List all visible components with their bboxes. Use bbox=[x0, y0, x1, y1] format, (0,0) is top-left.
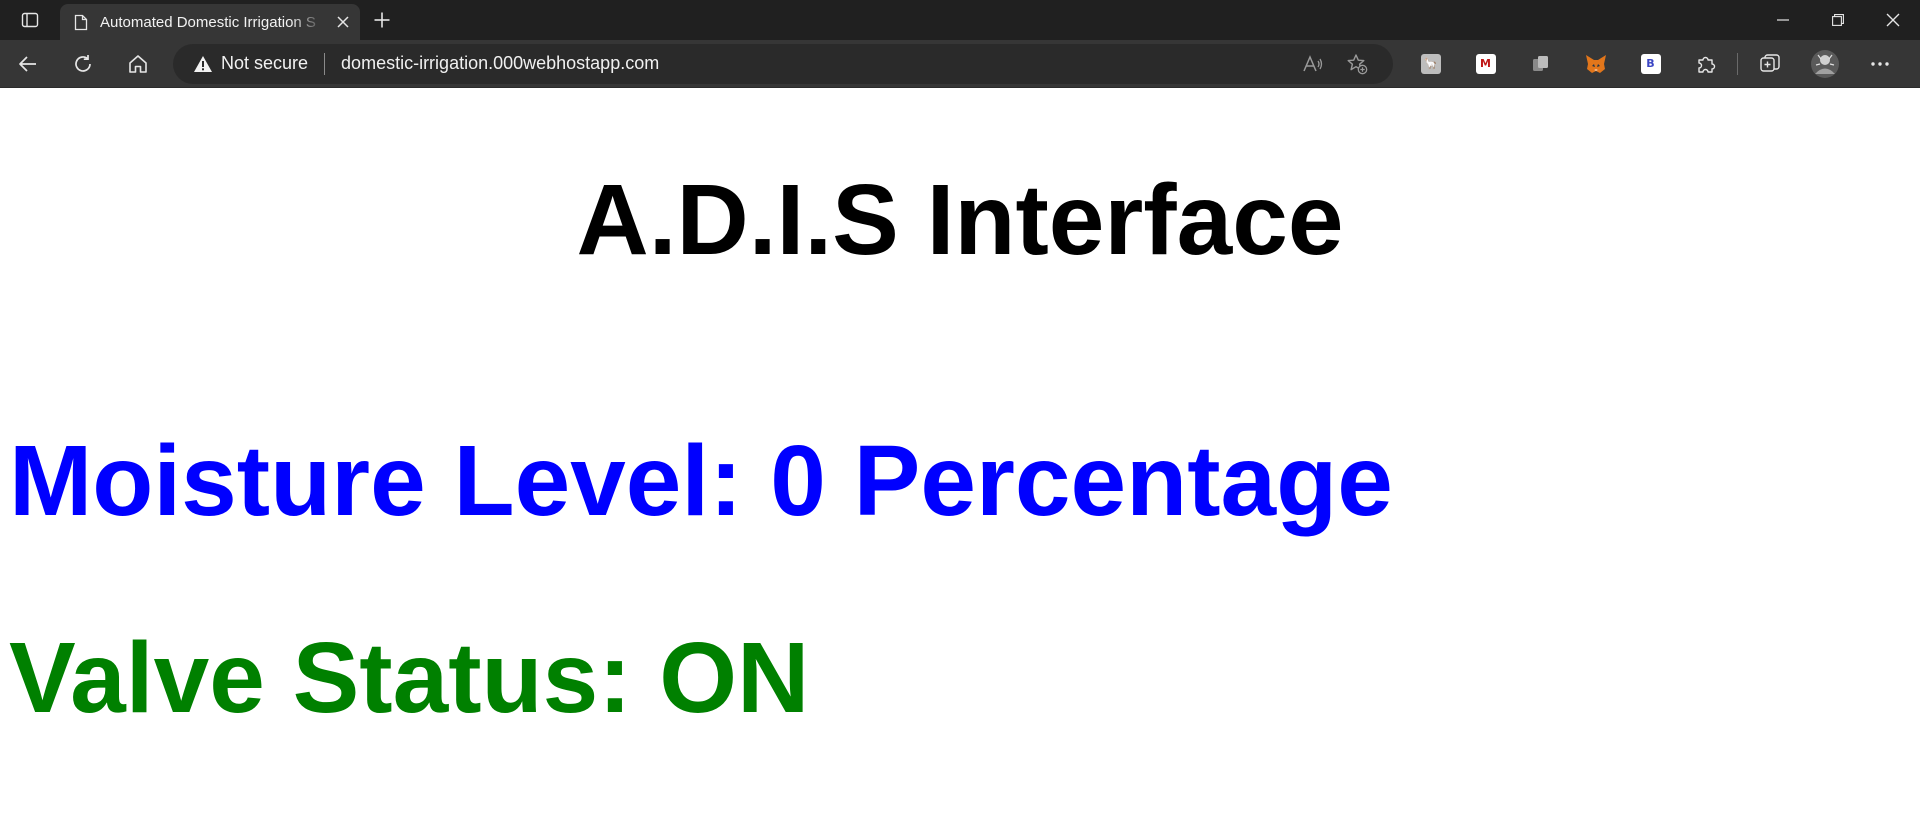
extensions-button[interactable] bbox=[1678, 40, 1733, 88]
add-favorite-button[interactable] bbox=[1335, 44, 1379, 84]
moisture-level-text: Moisture Level: 0 Percentage bbox=[9, 425, 1393, 537]
tab-actions-icon bbox=[21, 12, 39, 28]
warning-icon bbox=[194, 55, 212, 72]
close-window-icon bbox=[1886, 13, 1899, 27]
toolbar-divider bbox=[1737, 52, 1738, 75]
close-tab-button[interactable] bbox=[336, 15, 350, 29]
back-button[interactable] bbox=[0, 40, 55, 88]
url-text[interactable]: domestic-irrigation.000webhostapp.com bbox=[341, 53, 1291, 74]
refresh-icon bbox=[74, 54, 91, 72]
page-icon bbox=[74, 14, 88, 30]
minimize-button[interactable] bbox=[1755, 0, 1810, 40]
profile-button[interactable] bbox=[1797, 40, 1852, 88]
mcafee-shield-icon: M bbox=[1475, 53, 1496, 74]
minimize-icon bbox=[1776, 19, 1789, 21]
address-bar[interactable]: Not secure domestic-irrigation.000webhos… bbox=[173, 43, 1393, 84]
extensions-area: 🦙 M B bbox=[1403, 40, 1907, 88]
title-bar: Automated Domestic Irrigation S bbox=[0, 0, 1920, 40]
mcafee-extension-button[interactable]: M bbox=[1458, 40, 1513, 88]
plus-icon bbox=[374, 12, 390, 28]
fox-icon bbox=[1585, 54, 1606, 73]
tab-title: Automated Domestic Irrigation S bbox=[100, 13, 316, 31]
restore-icon bbox=[1831, 14, 1844, 26]
copy-pages-icon bbox=[1532, 55, 1548, 71]
valve-status-text: Valve Status: ON bbox=[9, 622, 810, 734]
browser-toolbar: Not secure domestic-irrigation.000webhos… bbox=[0, 40, 1920, 88]
close-icon bbox=[337, 16, 349, 28]
site-security-indicator[interactable]: Not secure bbox=[193, 53, 308, 74]
metamask-extension-button[interactable] bbox=[1568, 40, 1623, 88]
extension-1-button[interactable]: 🦙 bbox=[1403, 40, 1458, 88]
extension-1-icon: 🦙 bbox=[1420, 53, 1441, 74]
b-extension-button[interactable]: B bbox=[1623, 40, 1678, 88]
browser-tab[interactable]: Automated Domestic Irrigation S bbox=[60, 4, 360, 40]
puzzle-icon bbox=[1697, 56, 1715, 73]
collections-icon bbox=[1759, 53, 1780, 72]
refresh-button[interactable] bbox=[55, 40, 110, 88]
tab-actions-button[interactable] bbox=[0, 0, 60, 40]
page-content: A.D.I.S Interface Moisture Level: 0 Perc… bbox=[0, 88, 1920, 836]
settings-more-button[interactable] bbox=[1852, 40, 1907, 88]
avatar bbox=[1810, 49, 1839, 78]
more-dots-icon bbox=[1870, 61, 1889, 66]
address-divider bbox=[324, 52, 326, 75]
extension-3-button[interactable] bbox=[1513, 40, 1568, 88]
read-aloud-button[interactable] bbox=[1291, 44, 1335, 84]
collections-button[interactable] bbox=[1742, 40, 1797, 88]
star-add-icon bbox=[1347, 53, 1368, 74]
security-label: Not secure bbox=[221, 53, 309, 73]
read-aloud-icon bbox=[1303, 54, 1323, 71]
page-title: A.D.I.S Interface bbox=[576, 164, 1344, 276]
home-icon bbox=[128, 54, 147, 73]
home-button[interactable] bbox=[110, 40, 165, 88]
restore-button[interactable] bbox=[1810, 0, 1865, 40]
back-arrow-icon bbox=[18, 55, 36, 72]
new-tab-button[interactable] bbox=[360, 0, 404, 40]
window-controls bbox=[1755, 0, 1920, 40]
b-extension-icon: B bbox=[1640, 53, 1661, 74]
close-window-button[interactable] bbox=[1865, 0, 1920, 40]
